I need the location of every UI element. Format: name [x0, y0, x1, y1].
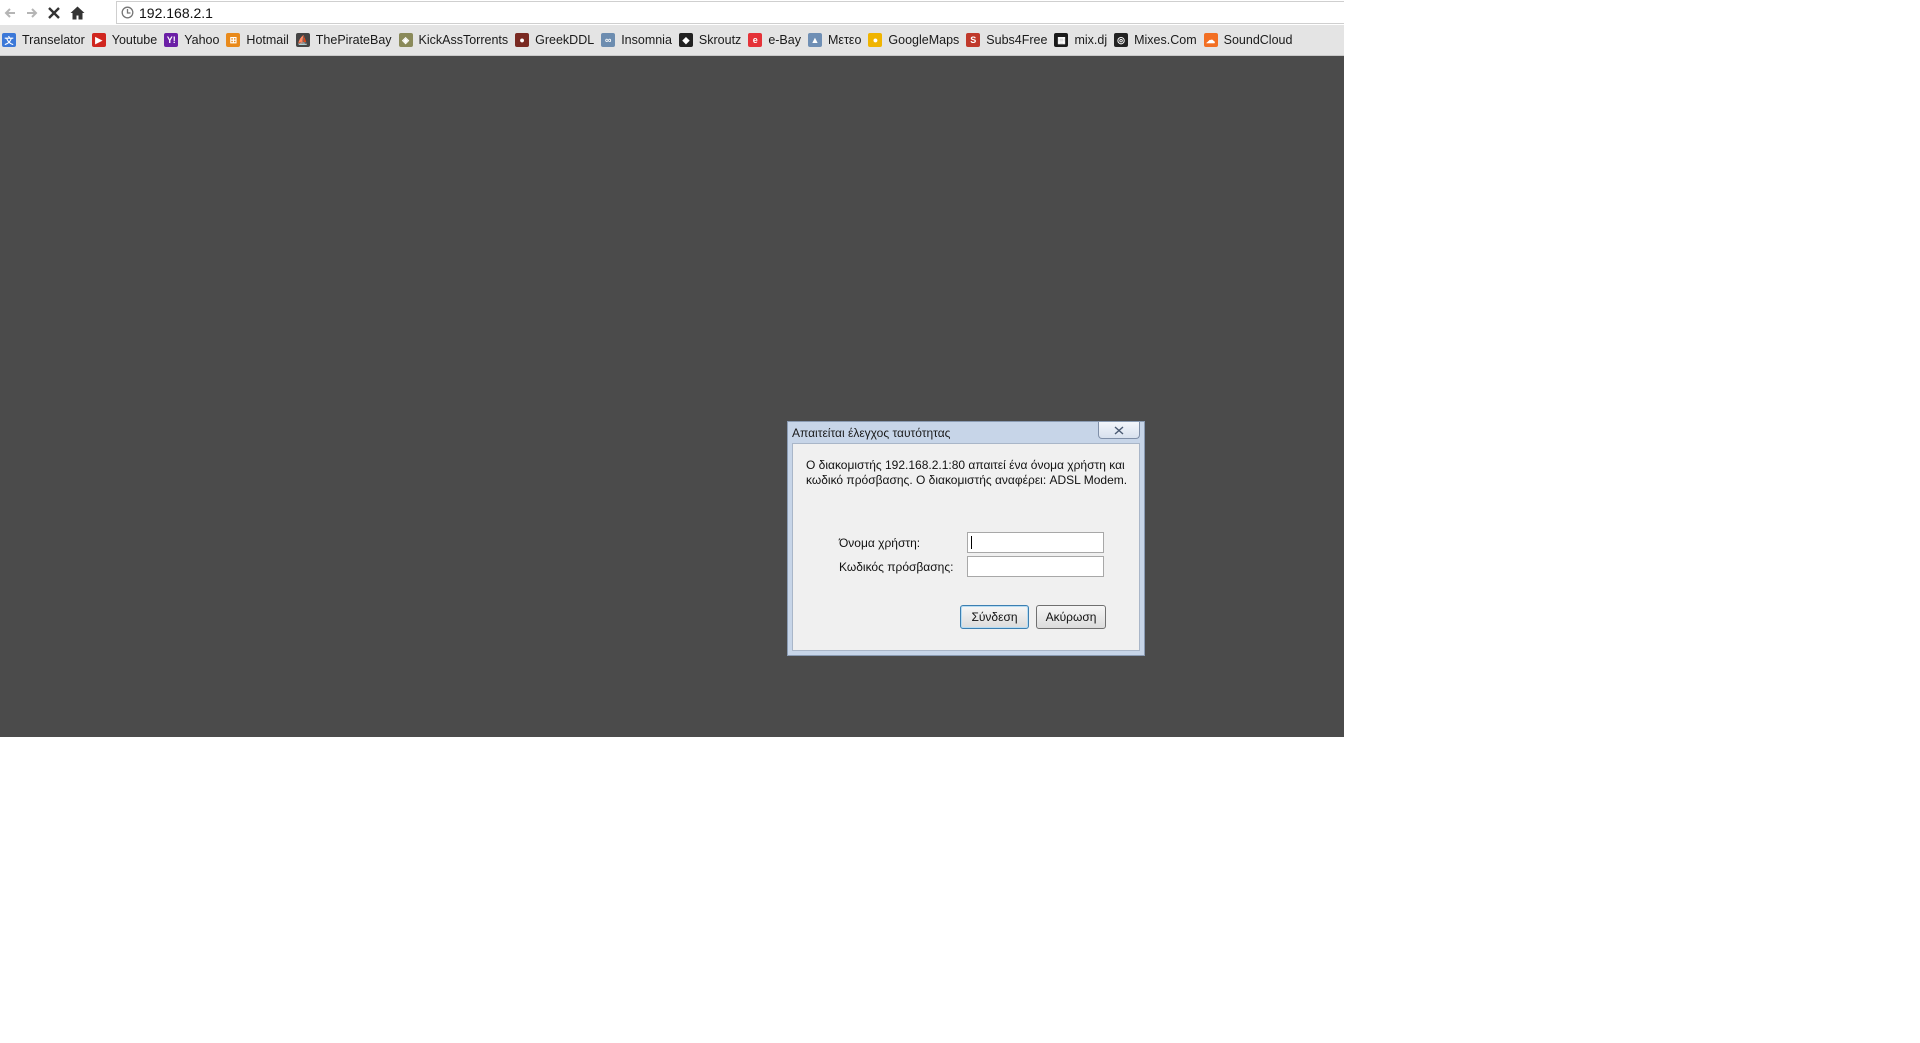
translate-icon: 文 [2, 33, 16, 47]
bookmark-item[interactable]: 文 Transelator [0, 29, 90, 51]
eyes-icon: ∞ [601, 33, 616, 47]
address-bar[interactable]: 192.168.2.1 [116, 1, 1344, 24]
bookmark-item[interactable]: ▲ Μετεο [806, 29, 866, 51]
bookmark-label: Hotmail [246, 33, 289, 47]
bookmark-label: Insomnia [621, 33, 672, 47]
soundcloud-icon: ☁ [1203, 33, 1218, 47]
yahoo-icon: Y! [164, 33, 179, 47]
bookmark-label: Mixes.Com [1134, 33, 1197, 47]
youtube-icon: ▶ [91, 33, 106, 47]
bookmark-label: ThePirateBay [315, 33, 392, 47]
browser-toolbar: 192.168.2.1 [0, 0, 1344, 25]
mixes-icon: ◎ [1114, 33, 1129, 47]
dialog-title: Απαιτείται έλεγχος ταυτότητας [792, 426, 951, 440]
auth-message: Ο διακομιστής 192.168.2.1:80 απαιτεί ένα… [806, 458, 1128, 487]
page-loading-icon [121, 6, 134, 19]
mountain-icon: ▲ [807, 33, 822, 47]
bookmark-label: Skroutz [698, 33, 742, 47]
home-button[interactable] [67, 3, 87, 23]
back-arrow-icon [4, 8, 15, 18]
close-icon [1114, 425, 1124, 435]
cancel-button[interactable]: Ακύρωση [1036, 605, 1106, 629]
login-button[interactable]: Σύνδεση [960, 605, 1029, 629]
password-field[interactable] [967, 556, 1104, 577]
bookmark-item[interactable]: ∞ Insomnia [599, 29, 677, 51]
bookmark-item[interactable]: ● GoogleMaps [866, 29, 964, 51]
bookmark-item[interactable]: e e-Bay [746, 29, 806, 51]
bookmark-item[interactable]: ◈ KickAssTorrents [397, 29, 514, 51]
bookmark-item[interactable]: Y! Yahoo [162, 29, 224, 51]
bookmark-item[interactable]: ▦ mix.dj [1052, 29, 1112, 51]
greekddl-icon: ● [515, 33, 530, 47]
bookmark-label: KickAssTorrents [418, 33, 509, 47]
skroutz-icon: ◆ [678, 33, 693, 47]
bookmark-label: Subs4Free [986, 33, 1048, 47]
bookmark-label: Transelator [22, 33, 85, 47]
text-cursor [971, 536, 972, 549]
bookmark-label: GreekDDL [535, 33, 595, 47]
windows-flag-icon: ⊞ [226, 33, 241, 47]
dialog-body: Ο διακομιστής 192.168.2.1:80 απαιτεί ένα… [792, 443, 1140, 651]
bookmark-item[interactable]: ⛵ ThePirateBay [294, 29, 397, 51]
dialog-close-button[interactable] [1098, 422, 1140, 439]
bookmark-label: Yahoo [184, 33, 220, 47]
bookmark-item[interactable]: ● GreekDDL [513, 29, 599, 51]
bookmark-label: GoogleMaps [888, 33, 960, 47]
bookmarks-bar: 文 Transelator ▶ Youtube Y! Yahoo ⊞ Hotmail ⛵ TheP… [0, 25, 1344, 56]
bookmark-item[interactable]: S Subs4Free [964, 29, 1052, 51]
bookmark-item[interactable]: ▶ Youtube [90, 29, 162, 51]
ebay-icon: e [748, 33, 763, 47]
username-label: Όνομα χρήστη: [839, 536, 921, 550]
map-pin-icon: ● [868, 33, 883, 47]
bookmark-item[interactable]: ⊞ Hotmail [224, 29, 293, 51]
forward-arrow-icon [27, 8, 38, 18]
address-url: 192.168.2.1 [139, 4, 213, 21]
forward-button[interactable] [22, 3, 42, 23]
stop-button[interactable] [44, 3, 64, 23]
bookmark-label: mix.dj [1074, 33, 1108, 47]
auth-dialog: Απαιτείται έλεγχος ταυτότητας Ο διακομισ… [787, 421, 1145, 656]
bookmark-item[interactable]: ☁ SoundCloud [1202, 29, 1298, 51]
username-field[interactable] [967, 532, 1104, 553]
back-button[interactable] [0, 3, 20, 23]
shield-icon: ◈ [398, 33, 413, 47]
close-x-icon [48, 7, 60, 19]
home-icon [70, 6, 84, 20]
browser-window: 192.168.2.1 文 Transelator ▶ Youtube Y! Yahoo ⊞… [0, 0, 1344, 737]
bookmark-label: Μετεο [827, 33, 862, 47]
mixdj-icon: ▦ [1054, 33, 1069, 47]
bookmark-item[interactable]: ◎ Mixes.Com [1112, 29, 1202, 51]
bookmark-label: Youtube [111, 33, 158, 47]
password-label: Κωδικός πρόσβασης: [839, 560, 954, 574]
bookmark-label: SoundCloud [1223, 33, 1293, 47]
bookmark-label: e-Bay [768, 33, 801, 47]
pirate-ship-icon: ⛵ [295, 33, 310, 47]
s4f-icon: S [966, 33, 981, 47]
bookmark-item[interactable]: ◆ Skroutz [677, 29, 746, 51]
